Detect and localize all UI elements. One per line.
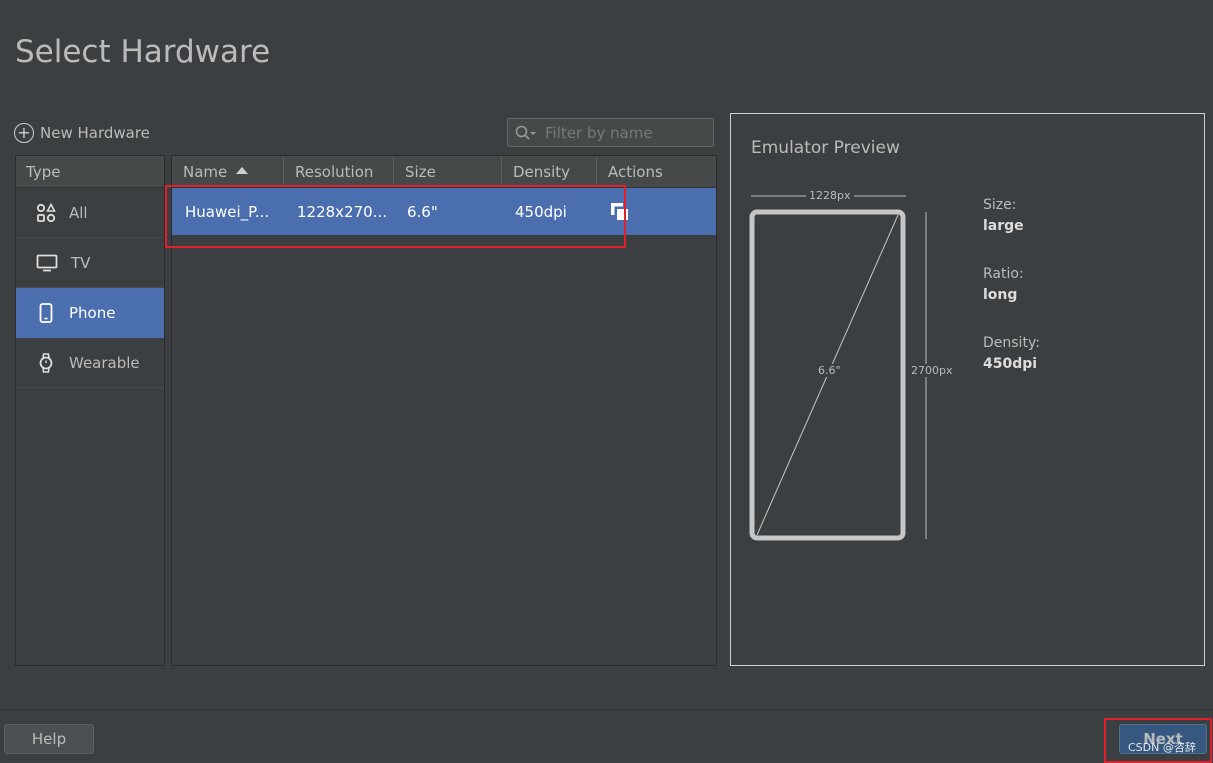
prop-value: 450dpi (983, 356, 1038, 372)
prop-label: Size: (983, 197, 1017, 213)
new-hardware-button[interactable]: + New Hardware (14, 122, 150, 144)
prop-label: Ratio: (983, 266, 1024, 282)
height-label: 2700px (911, 364, 953, 377)
column-header-resolution[interactable]: Resolution (284, 156, 394, 187)
type-item-label: All (69, 203, 88, 222)
column-header-label: Resolution (295, 162, 374, 181)
type-panel: Type All TV Phone Wearable (15, 155, 165, 666)
prop-value: long (983, 287, 1018, 303)
new-hardware-label: New Hardware (40, 124, 150, 142)
column-header-label: Size (405, 162, 436, 181)
all-categories-icon (36, 202, 56, 222)
filter-box[interactable] (507, 118, 714, 147)
width-label: 1228px (806, 189, 854, 202)
type-item-tv[interactable]: TV (16, 238, 164, 288)
type-item-all[interactable]: All (16, 188, 164, 238)
column-header-name[interactable]: Name (172, 156, 284, 187)
column-header-density[interactable]: Density (502, 156, 597, 187)
cell-actions (597, 188, 716, 235)
cell-name: Huawei_P... (185, 202, 270, 221)
search-icon (515, 125, 536, 140)
type-item-label: Wearable (69, 353, 140, 372)
type-item-label: Phone (69, 303, 116, 322)
filter-input[interactable] (545, 123, 705, 142)
page-title: Select Hardware (15, 34, 271, 70)
cell-density: 450dpi (515, 202, 567, 221)
footer-divider (0, 709, 1213, 710)
column-header-label: Density (513, 162, 571, 181)
column-header-label: Name (183, 162, 228, 181)
prop-label: Density: (983, 335, 1040, 351)
type-column-header: Type (16, 156, 164, 188)
watch-icon (39, 352, 53, 373)
phone-icon (39, 302, 53, 323)
emulator-preview-panel: Emulator Preview 1228px 2700px 6.6" Size… (730, 113, 1205, 666)
column-header-label: Actions (608, 162, 663, 181)
sort-ascending-icon (236, 167, 249, 174)
watermark-text: CSDN @咨辞 (1128, 741, 1196, 754)
hardware-table: Name Resolution Size Density Actions Hua… (171, 155, 717, 666)
cell-size: 6.6" (407, 202, 438, 221)
type-item-wearable[interactable]: Wearable (16, 338, 164, 388)
tv-icon (36, 254, 58, 271)
cell-resolution: 1228x270... (297, 202, 387, 221)
clone-device-icon[interactable] (610, 202, 630, 222)
device-diagram (749, 195, 927, 541)
type-item-phone[interactable]: Phone (16, 288, 164, 338)
prop-value: large (983, 218, 1024, 234)
table-header: Name Resolution Size Density Actions (172, 156, 716, 188)
add-circle-icon: + (14, 123, 34, 143)
column-header-actions[interactable]: Actions (597, 156, 716, 187)
diagonal-label: 6.6" (818, 364, 841, 377)
help-button[interactable]: Help (4, 724, 94, 754)
column-header-size[interactable]: Size (394, 156, 502, 187)
device-properties: Size: large Ratio: long Density: 450dpi (983, 197, 1040, 404)
type-item-label: TV (71, 253, 91, 272)
table-row[interactable]: Huawei_P... 1228x270... 6.6" 450dpi (172, 188, 716, 235)
